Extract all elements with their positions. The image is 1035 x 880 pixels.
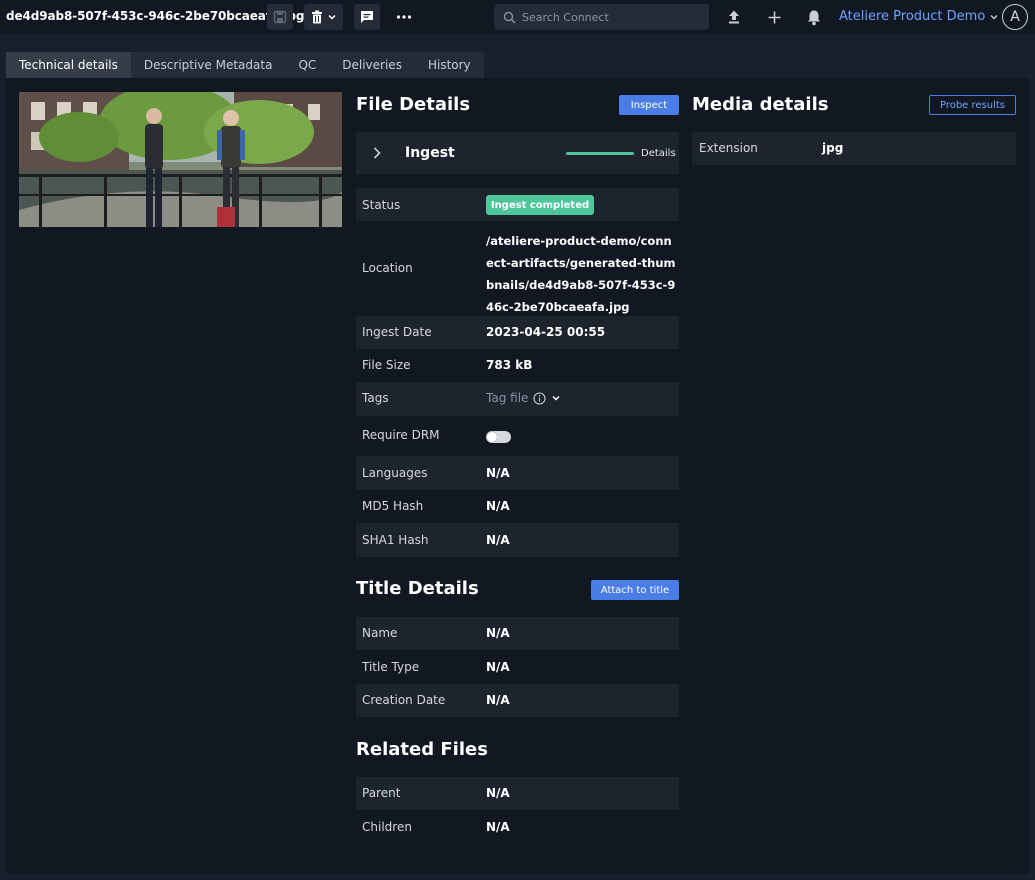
sha1-value: N/A <box>486 533 510 547</box>
title-type-label: Title Type <box>362 660 420 674</box>
creation-date-row: Creation Date N/A <box>356 684 679 717</box>
comment-icon <box>361 11 373 23</box>
add-button[interactable] <box>764 4 784 30</box>
chevron-down-icon <box>328 14 336 20</box>
comments-button[interactable] <box>354 4 380 30</box>
name-value: N/A <box>486 626 510 640</box>
media-details-heading: Media details <box>692 94 829 115</box>
children-value: N/A <box>486 820 510 834</box>
tab-qc[interactable]: QC <box>285 52 330 78</box>
file-thumbnail <box>19 92 342 227</box>
tag-file-dropdown[interactable]: Tag file <box>486 391 561 405</box>
name-label: Name <box>362 626 398 640</box>
ingest-details-link[interactable]: Details <box>641 148 676 159</box>
parent-label: Parent <box>362 786 401 800</box>
extension-value: jpg <box>822 141 844 155</box>
search-input[interactable] <box>522 10 702 24</box>
extension-row: Extension jpg <box>692 132 1016 165</box>
info-icon[interactable] <box>533 391 546 405</box>
related-files-heading: Related Files <box>356 739 488 760</box>
creation-date-label: Creation Date <box>362 693 446 707</box>
children-row: Children N/A <box>356 810 679 843</box>
probe-results-button[interactable]: Probe results <box>929 95 1016 115</box>
save-button[interactable] <box>267 4 293 30</box>
ingest-date-value: 2023-04-25 00:55 <box>486 325 606 339</box>
children-label: Children <box>362 820 412 834</box>
status-badge: Ingest completed <box>486 195 594 215</box>
ingest-panel[interactable]: Ingest Details <box>356 132 679 174</box>
tab-bar: Technical details Descriptive Metadata Q… <box>6 52 484 78</box>
md5-row: MD5 Hash N/A <box>356 490 679 523</box>
file-details-heading: File Details <box>356 94 471 115</box>
delete-menu-button[interactable] <box>304 4 343 30</box>
parent-row: Parent N/A <box>356 777 679 810</box>
file-name: de4d9ab8-507f-453c-946c-2be70bcaeafa.jpg <box>6 9 305 23</box>
ingest-date-row: Ingest Date 2023-04-25 00:55 <box>356 316 679 349</box>
tab-deliveries[interactable]: Deliveries <box>329 52 415 78</box>
status-row: Status Ingest completed <box>356 188 679 221</box>
tag-file-placeholder: Tag file <box>486 391 529 405</box>
save-icon <box>273 10 287 24</box>
upload-icon <box>729 10 739 24</box>
require-drm-label: Require DRM <box>362 428 440 442</box>
title-type-row: Title Type N/A <box>356 650 679 684</box>
md5-label: MD5 Hash <box>362 499 424 513</box>
toggle-knob <box>487 432 497 442</box>
ingest-progress-bar <box>566 152 634 155</box>
title-details-heading: Title Details <box>356 578 479 599</box>
organization-switcher[interactable]: Ateliere Product Demo <box>839 9 999 24</box>
ingest-label: Ingest <box>405 145 455 161</box>
location-row: Location /ateliere-product-demo/connect-… <box>356 221 679 316</box>
require-drm-toggle[interactable] <box>486 431 511 443</box>
sha1-row: SHA1 Hash N/A <box>356 523 679 557</box>
inspect-button[interactable]: Inspect <box>619 95 679 115</box>
status-label: Status <box>362 198 401 212</box>
languages-row: Languages N/A <box>356 456 679 490</box>
search-box <box>494 4 709 30</box>
more-options-button[interactable] <box>392 4 416 30</box>
notifications-button[interactable] <box>804 4 824 30</box>
top-bar: de4d9ab8-507f-453c-946c-2be70bcaeafa.jpg <box>0 0 1035 34</box>
attach-to-title-button[interactable]: Attach to title <box>591 580 679 600</box>
languages-label: Languages <box>362 466 428 480</box>
avatar[interactable]: A <box>1002 4 1028 30</box>
trash-icon <box>312 10 322 24</box>
extension-label: Extension <box>699 141 758 155</box>
md5-value: N/A <box>486 499 510 513</box>
search-icon <box>503 11 516 23</box>
name-row: Name N/A <box>356 617 679 650</box>
upload-button[interactable] <box>724 4 744 30</box>
creation-date-value: N/A <box>486 693 510 707</box>
chevron-right-icon <box>373 147 381 159</box>
file-size-label: File Size <box>362 358 411 372</box>
chevron-down-icon <box>552 395 560 401</box>
require-drm-row: Require DRM <box>356 416 679 456</box>
languages-value: N/A <box>486 466 510 480</box>
location-value: /ateliere-product-demo/connect-artifacts… <box>486 234 676 314</box>
sha1-label: SHA1 Hash <box>362 533 429 547</box>
tab-technical-details[interactable]: Technical details <box>6 52 131 78</box>
parent-value: N/A <box>486 786 510 800</box>
more-icon <box>396 15 412 19</box>
tab-history[interactable]: History <box>414 52 484 78</box>
file-size-value: 783 kB <box>486 358 533 372</box>
title-type-value: N/A <box>486 660 510 674</box>
organization-name: Ateliere Product Demo <box>839 9 986 24</box>
tags-label: Tags <box>362 391 389 405</box>
chevron-down-icon <box>990 14 998 19</box>
file-size-row: File Size 783 kB <box>356 349 679 382</box>
location-label: Location <box>362 261 413 275</box>
technical-details-panel: File Details Inspect Ingest Details Stat… <box>6 78 1029 874</box>
ingest-date-label: Ingest Date <box>362 325 432 339</box>
plus-icon <box>768 11 780 23</box>
bell-icon <box>808 10 820 25</box>
tab-descriptive-metadata[interactable]: Descriptive Metadata <box>130 52 286 78</box>
tags-row: Tags Tag file <box>356 382 679 416</box>
